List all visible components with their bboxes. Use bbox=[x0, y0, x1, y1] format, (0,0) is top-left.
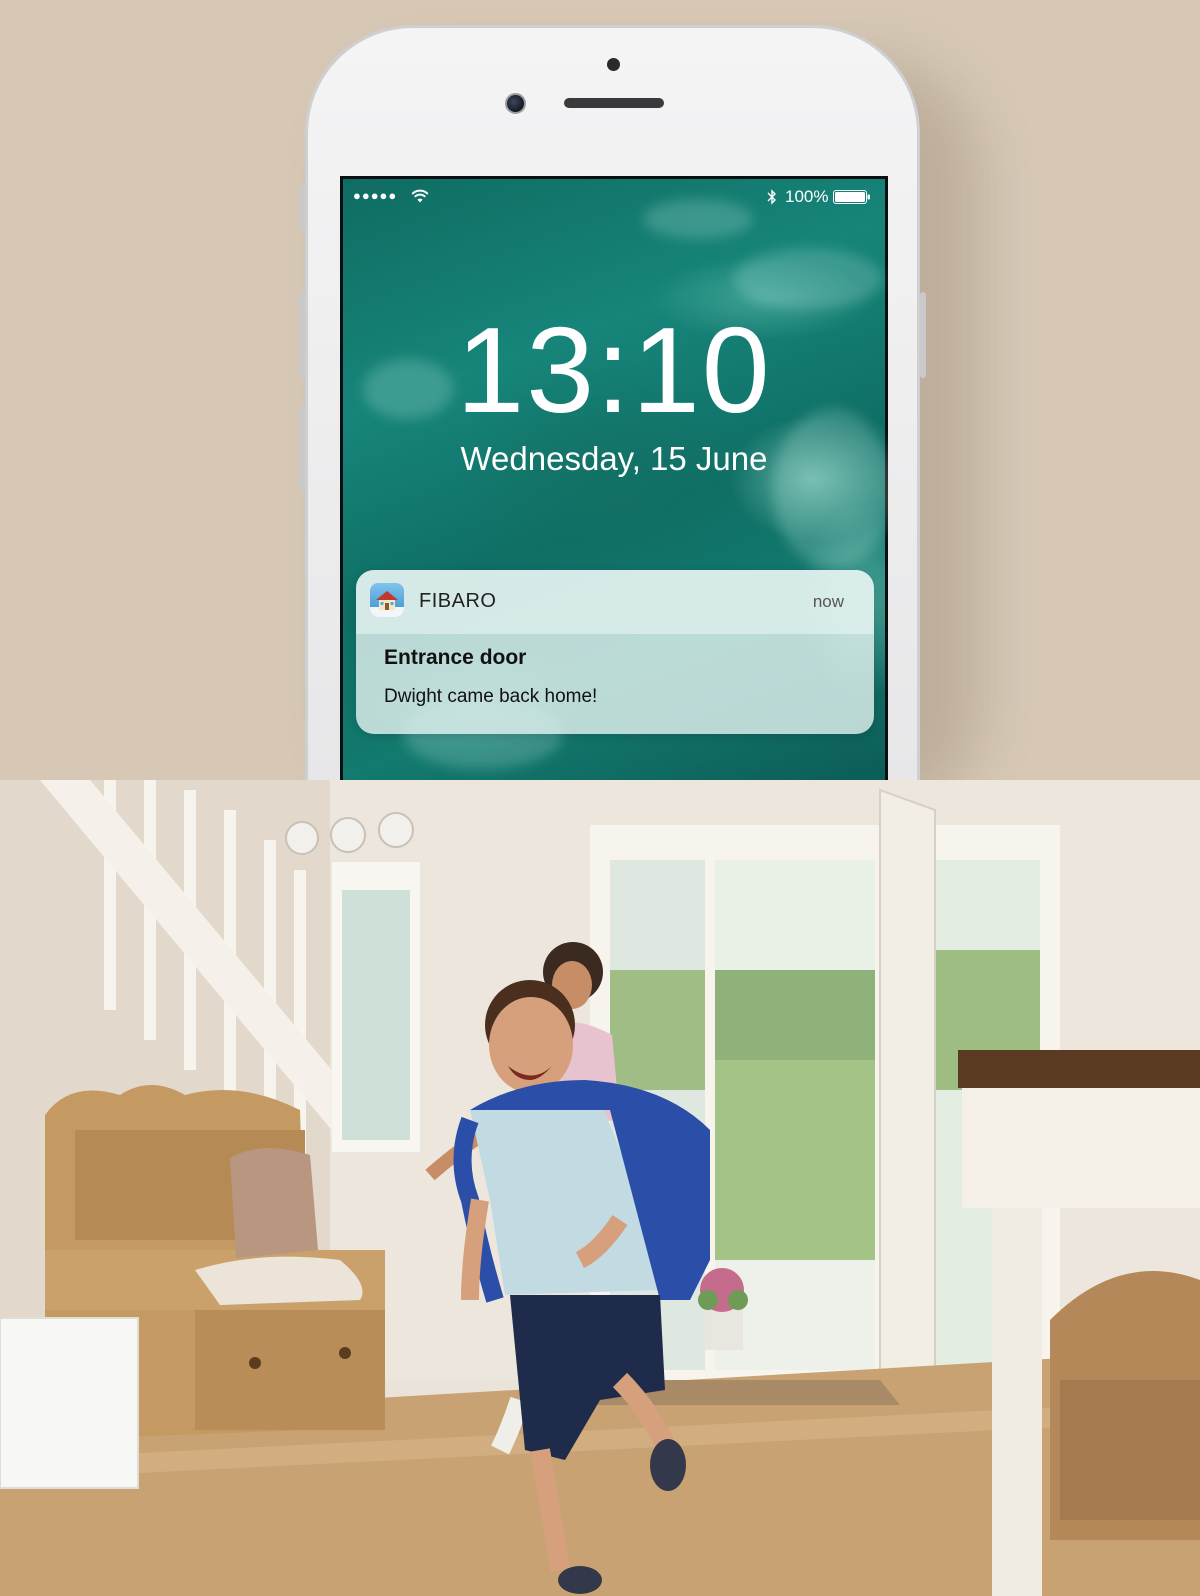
hallway-scene-illustration bbox=[0, 780, 1200, 1596]
cellular-signal-icon: ●●●●● bbox=[353, 188, 398, 203]
status-bar: ●●●●● 100% bbox=[353, 186, 875, 210]
wall-clock bbox=[330, 817, 366, 853]
console-table bbox=[958, 1050, 1200, 1596]
hallway-photo bbox=[0, 780, 1200, 1596]
phone-proximity-sensor bbox=[607, 58, 620, 71]
notification-message: Dwight came back home! bbox=[384, 686, 598, 707]
white-stool bbox=[0, 1317, 139, 1489]
phone-volume-down-button bbox=[299, 405, 305, 491]
battery-percentage: 100% bbox=[785, 187, 829, 206]
push-notification[interactable]: FIBARO now Entrance door Dwight came bac… bbox=[356, 570, 874, 734]
phone-earpiece-speaker bbox=[564, 98, 664, 108]
battery-icon bbox=[833, 190, 870, 204]
wall-clock bbox=[285, 821, 319, 855]
lockscreen-clock: 13:10 bbox=[456, 302, 772, 438]
notification-title: Entrance door bbox=[384, 646, 527, 669]
promo-top-section: ●●●●● 100% 13:10 Wednesday, 15 June FIBA… bbox=[0, 0, 1200, 780]
phone-volume-up-button bbox=[299, 292, 305, 378]
phone-front-camera bbox=[505, 93, 526, 114]
phone-mute-switch bbox=[299, 186, 305, 230]
potted-plant bbox=[698, 1268, 748, 1350]
notification-app-name: FIBARO bbox=[419, 590, 497, 612]
wall-clock bbox=[378, 812, 414, 848]
fibaro-house-icon bbox=[370, 583, 404, 617]
notification-header: FIBARO now bbox=[356, 570, 874, 634]
notification-timestamp: now bbox=[812, 592, 844, 611]
lockscreen-date: Wednesday, 15 June bbox=[460, 440, 768, 477]
phone-power-button bbox=[920, 292, 926, 378]
bluetooth-icon bbox=[767, 189, 776, 205]
wifi-icon bbox=[411, 189, 429, 203]
